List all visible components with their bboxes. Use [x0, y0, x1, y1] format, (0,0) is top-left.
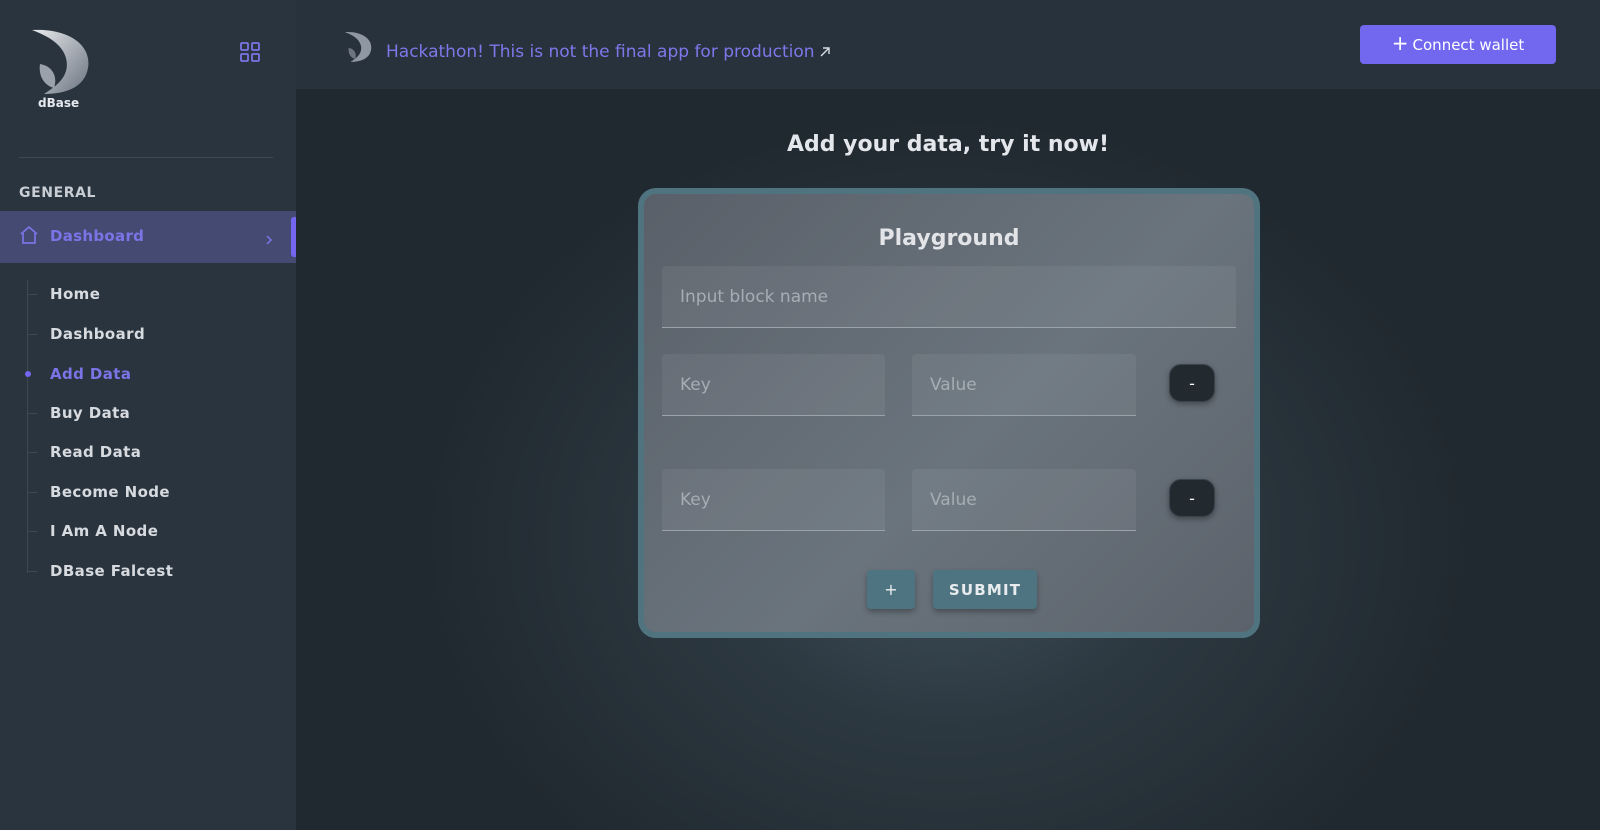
home-icon: [19, 225, 39, 245]
tree-tick: [27, 413, 37, 414]
key-input-2[interactable]: [662, 469, 885, 531]
connect-wallet-label: Connect wallet: [1412, 35, 1525, 54]
tree-tick: [27, 334, 37, 335]
tree-tick: [27, 452, 37, 453]
sidebar-group-label: Dashboard: [50, 227, 145, 245]
hackathon-banner-link[interactable]: Hackathon! This is not the final app for…: [386, 42, 832, 62]
card-title: Playground: [878, 226, 1020, 251]
sidebar-divider: [19, 157, 273, 158]
brand-logo[interactable]: dBase: [30, 28, 94, 114]
remove-row-button-1[interactable]: -: [1169, 364, 1215, 402]
sidebar-item-i-am-a-node[interactable]: I Am A Node: [50, 520, 158, 542]
dbase-logo-icon: [32, 29, 89, 94]
add-row-button[interactable]: +: [867, 570, 915, 609]
plus-icon: +: [1391, 30, 1409, 55]
submit-button[interactable]: SUBMIT: [933, 570, 1037, 609]
sidebar-item-add-data[interactable]: Add Data: [50, 363, 131, 385]
topbar: Hackathon! This is not the final app for…: [296, 0, 1600, 89]
main-content: Add your data, try it now! Playground - …: [296, 89, 1600, 830]
page-title: Add your data, try it now!: [787, 132, 1109, 157]
sidebar-item-home[interactable]: Home: [50, 283, 100, 305]
section-label-general: GENERAL: [19, 185, 97, 201]
tree-tick: [27, 571, 37, 572]
connect-wallet-button[interactable]: + Connect wallet: [1360, 25, 1556, 64]
playground-card: Playground - - + SUBMIT: [638, 188, 1260, 638]
banner-text: Hackathon! This is not the final app for…: [386, 42, 815, 62]
sidebar-item-become-node[interactable]: Become Node: [50, 481, 170, 503]
sidebar-item-dashboard[interactable]: Dashboard: [50, 323, 145, 345]
remove-row-button-2[interactable]: -: [1169, 479, 1215, 517]
dbase-logo-small-icon: [344, 31, 372, 63]
sidebar-item-read-data[interactable]: Read Data: [50, 441, 141, 463]
tree-tick: [27, 294, 37, 295]
sidebar-item-dbase-falcest[interactable]: DBase Falcest: [50, 560, 173, 582]
sidebar: dBase GENERAL Dashboard Home Dashboard A…: [0, 0, 296, 830]
value-input-2[interactable]: [912, 469, 1136, 531]
key-input-1[interactable]: [662, 354, 885, 416]
nav-tree-line: [27, 280, 28, 573]
tree-tick: [27, 492, 37, 493]
grid-view-icon[interactable]: [238, 40, 262, 64]
brand-name: dBase: [38, 96, 80, 110]
block-name-input[interactable]: [662, 266, 1236, 328]
active-dot: [25, 371, 31, 377]
tree-tick: [27, 531, 37, 532]
value-input-1[interactable]: [912, 354, 1136, 416]
chevron-right-icon: [264, 231, 274, 245]
sidebar-item-buy-data[interactable]: Buy Data: [50, 402, 130, 424]
sidebar-item-dashboard-group[interactable]: Dashboard: [0, 211, 296, 263]
external-link-icon: [820, 47, 830, 57]
